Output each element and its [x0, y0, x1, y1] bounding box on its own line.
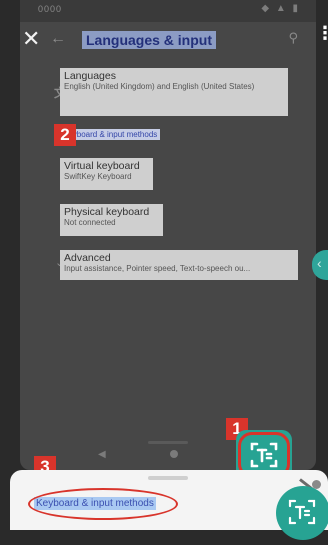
close-icon[interactable]: ✕	[22, 28, 40, 50]
text-scan-fab[interactable]	[276, 486, 328, 540]
virtual-keyboard-title: Virtual keyboard	[64, 160, 140, 172]
advanced-subtitle: Input assistance, Pointer speed, Text-to…	[64, 264, 251, 273]
annotation-ellipse	[28, 488, 178, 520]
badge-2: 2	[54, 124, 76, 146]
status-time: 0000	[38, 4, 63, 14]
languages-title: Languages	[64, 70, 116, 82]
screenshot-preview: 0000 ◆ ▲ ▮ ← Languages & input ⚲ 文A Lang…	[20, 0, 316, 470]
languages-subtitle: English (United Kingdom) and English (Un…	[64, 82, 255, 91]
gesture-pill	[148, 441, 188, 444]
physical-keyboard-subtitle: Not connected	[64, 218, 116, 227]
more-vert-icon[interactable]: ⋮	[316, 24, 328, 42]
nav-home-icon[interactable]	[170, 450, 178, 458]
sheet-handle[interactable]	[148, 476, 188, 480]
status-bar: 0000 ◆ ▲ ▮	[20, 0, 316, 22]
text-scan-fab-icon	[288, 499, 316, 525]
physical-keyboard-item[interactable]: Physical keyboard Not connected	[60, 204, 163, 236]
languages-item[interactable]: Languages English (United Kingdom) and E…	[60, 68, 288, 116]
edge-panel-icon: ‹	[317, 255, 322, 271]
status-icons: ◆ ▲ ▮	[261, 3, 300, 14]
advanced-title: Advanced	[64, 252, 111, 264]
virtual-keyboard-item[interactable]: Virtual keyboard SwiftKey Keyboard	[60, 158, 153, 190]
advanced-item[interactable]: Advanced Input assistance, Pointer speed…	[60, 250, 298, 280]
page-title[interactable]: Languages & input	[82, 31, 216, 49]
search-icon: ⚲	[288, 30, 298, 45]
app-bar: ← Languages & input ⚲	[20, 22, 316, 60]
back-arrow-icon: ←	[50, 30, 66, 47]
virtual-keyboard-subtitle: SwiftKey Keyboard	[64, 172, 132, 181]
nav-back-icon[interactable]: ◀	[98, 449, 106, 460]
physical-keyboard-title: Physical keyboard	[64, 206, 150, 218]
